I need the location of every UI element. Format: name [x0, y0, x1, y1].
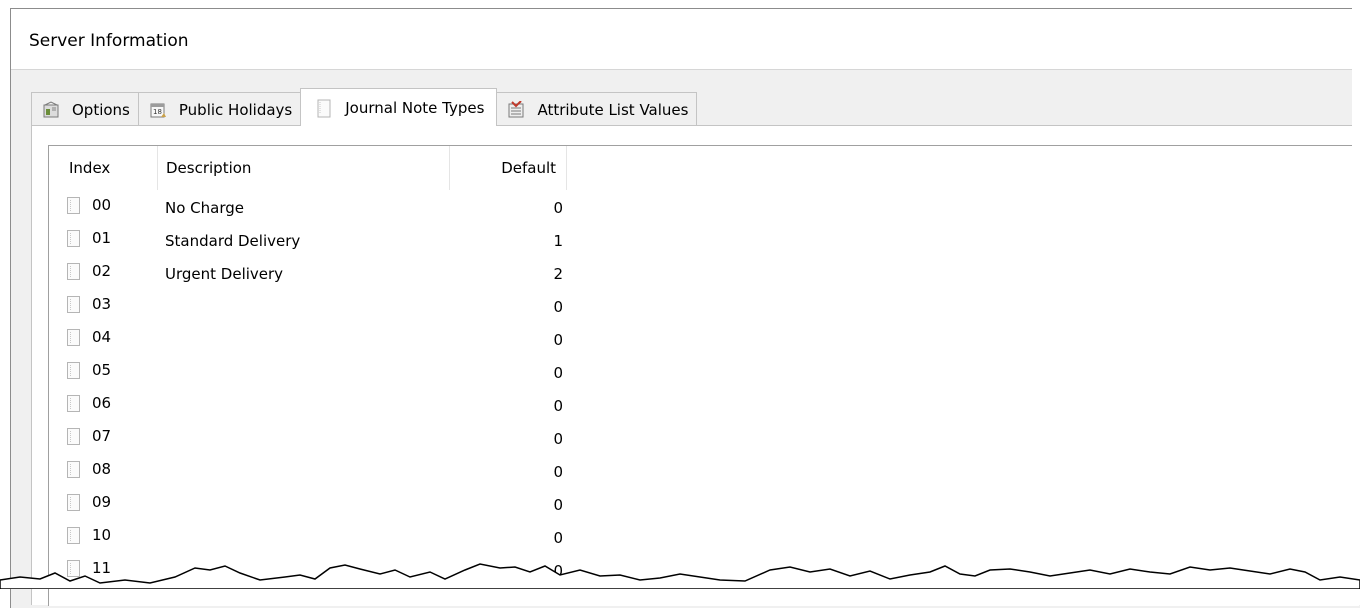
- window-title: Server Information: [29, 31, 189, 51]
- torn-edge-decoration: [0, 563, 1360, 589]
- table-row[interactable]: 02 Urgent Delivery 2: [49, 256, 569, 289]
- table-row[interactable]: 06 0: [49, 388, 569, 421]
- tab-public-holidays[interactable]: 18 Public Holidays: [137, 92, 302, 126]
- journal-note-types-list[interactable]: Index Description Default 00 No Charge 0…: [48, 145, 1359, 606]
- note-icon: [67, 229, 80, 247]
- row-default: 0: [553, 430, 563, 448]
- options-icon: [42, 100, 60, 119]
- row-default: 1: [553, 232, 563, 250]
- journal-note-types-panel: Index Description Default 00 No Charge 0…: [31, 125, 1360, 606]
- tab-attribute-list-values[interactable]: Attribute List Values: [496, 92, 698, 126]
- row-index: 04: [92, 328, 112, 346]
- tab-options-label: Options: [72, 100, 130, 119]
- column-header-default-label: Default: [501, 159, 556, 177]
- row-index: 06: [92, 394, 112, 412]
- note-icon: [67, 427, 80, 445]
- svg-text:18: 18: [153, 108, 162, 116]
- tab-options[interactable]: Options: [31, 92, 139, 126]
- row-default: 0: [553, 463, 563, 481]
- column-header-default[interactable]: Default: [450, 146, 567, 190]
- row-index: 03: [92, 295, 112, 313]
- row-description: Urgent Delivery: [165, 265, 284, 283]
- title-bar: Server Information: [11, 9, 1360, 70]
- row-default: 0: [553, 199, 563, 217]
- column-header-index[interactable]: Index: [49, 146, 158, 190]
- row-index: 09: [92, 493, 112, 511]
- row-index: 01: [92, 229, 112, 247]
- note-icon: [67, 361, 80, 379]
- tab-journal-note-types[interactable]: Journal Note Types: [300, 88, 498, 126]
- note-icon: [67, 328, 80, 346]
- row-index: 02: [92, 262, 112, 280]
- column-header-description-label: Description: [166, 159, 252, 177]
- tab-public-holidays-label: Public Holidays: [178, 100, 293, 119]
- row-index: 10: [92, 526, 112, 544]
- row-index: 07: [92, 427, 112, 445]
- row-index: 08: [92, 460, 112, 478]
- table-row[interactable]: 10 0: [49, 520, 569, 553]
- note-icon: [67, 493, 80, 511]
- journal-icon: [315, 99, 333, 117]
- row-default: 0: [553, 364, 563, 382]
- tab-journal-note-types-label: Journal Note Types: [345, 98, 485, 117]
- row-description: No Charge: [165, 199, 244, 217]
- note-icon: [67, 295, 80, 313]
- table-row[interactable]: 08 0: [49, 454, 569, 487]
- row-default: 0: [553, 496, 563, 514]
- calendar-icon: 18: [149, 101, 167, 119]
- table-row[interactable]: 01 Standard Delivery 1: [49, 223, 569, 256]
- row-default: 0: [553, 331, 563, 349]
- row-description: Standard Delivery: [165, 232, 301, 250]
- tab-strip: Options 18 Public Holidays Journal Note: [31, 88, 698, 126]
- table-row[interactable]: 09 0: [49, 487, 569, 520]
- note-icon: [67, 262, 80, 280]
- note-icon: [67, 196, 80, 214]
- table-row[interactable]: 04 0: [49, 322, 569, 355]
- table-row[interactable]: 03 0: [49, 289, 569, 322]
- server-information-window: Server Information Options 18 Public Hol…: [10, 8, 1360, 608]
- row-default: 0: [553, 298, 563, 316]
- table-row[interactable]: 07 0: [49, 421, 569, 454]
- row-index: 05: [92, 361, 112, 379]
- row-index: 00: [92, 196, 112, 214]
- table-row[interactable]: 05 0: [49, 355, 569, 388]
- note-icon: [67, 526, 80, 544]
- row-default: 2: [553, 265, 563, 283]
- column-header-index-label: Index: [69, 159, 111, 177]
- note-icon: [67, 394, 80, 412]
- row-default: 0: [553, 529, 563, 547]
- row-default: 0: [553, 397, 563, 415]
- right-edge-clip: [1352, 0, 1360, 589]
- tab-attribute-list-values-label: Attribute List Values: [537, 100, 689, 119]
- table-row[interactable]: 00 No Charge 0: [49, 190, 569, 223]
- column-header-description[interactable]: Description: [158, 146, 450, 190]
- note-icon: [67, 460, 80, 478]
- list-values-icon: [507, 99, 525, 119]
